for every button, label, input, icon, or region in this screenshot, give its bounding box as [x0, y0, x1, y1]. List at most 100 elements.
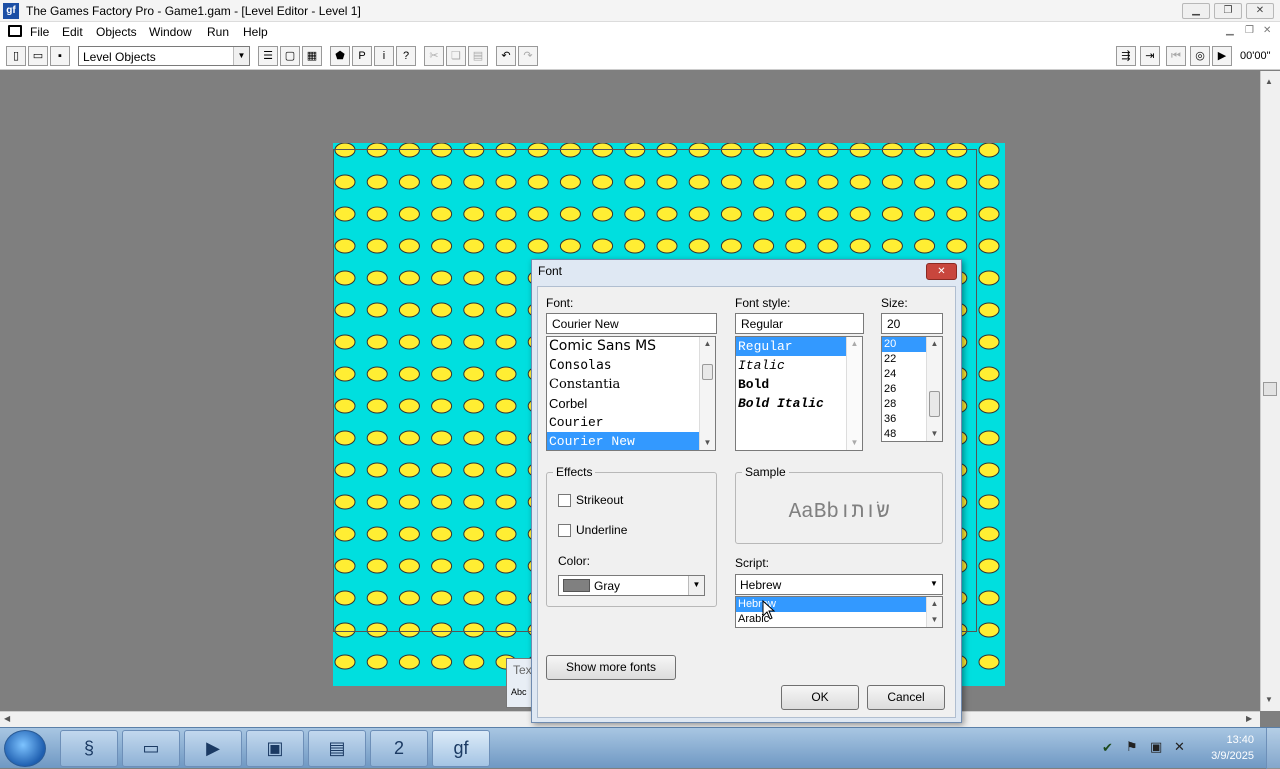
font-style-list[interactable]: Regular Italic Bold Bold Italic ▲ ▼: [735, 336, 863, 451]
font-item-courier[interactable]: Courier: [547, 413, 700, 432]
tray-flag-icon[interactable]: ⚑: [1126, 739, 1138, 755]
copy-icon[interactable]: ❏: [446, 46, 466, 66]
mdi-minimize-icon[interactable]: ▁: [1226, 25, 1234, 36]
strikeout-checkbox[interactable]: [558, 494, 571, 507]
menu-file[interactable]: File: [30, 25, 49, 39]
level-objects-combo[interactable]: Level Objects ▼: [78, 46, 250, 66]
undo-icon[interactable]: ↶: [496, 46, 516, 66]
style-item-bold-italic[interactable]: Bold Italic: [736, 394, 847, 413]
size-input[interactable]: 20: [881, 313, 943, 334]
taskbar-folder-icon[interactable]: ▭: [122, 730, 180, 767]
size-item[interactable]: 26: [882, 382, 927, 397]
run-frame-icon[interactable]: ⇥: [1140, 46, 1160, 66]
cut-icon[interactable]: ✂: [424, 46, 444, 66]
save-icon[interactable]: ▪: [50, 46, 70, 66]
run-application-icon[interactable]: ⇶: [1116, 46, 1136, 66]
scroll-up-icon[interactable]: ▲: [700, 337, 715, 351]
mdi-restore-icon[interactable]: ❐: [1245, 25, 1254, 36]
font-list-scrollbar[interactable]: ▲ ▼: [699, 337, 715, 450]
maximize-button[interactable]: ❐: [1214, 3, 1242, 19]
show-desktop-button[interactable]: [1266, 728, 1280, 769]
style-item-italic[interactable]: Italic: [736, 356, 847, 375]
scroll-up-icon[interactable]: ▲: [847, 337, 862, 351]
scroll-left-icon[interactable]: ◀: [4, 714, 10, 723]
open-folder-icon[interactable]: ▭: [28, 46, 48, 66]
size-item[interactable]: 22: [882, 352, 927, 367]
tray-security-icon[interactable]: ✔: [1102, 740, 1113, 756]
style-item-bold[interactable]: Bold: [736, 375, 847, 394]
scroll-down-icon[interactable]: ▼: [927, 427, 942, 441]
script-combo[interactable]: Hebrew ▼: [735, 574, 943, 595]
style-list-scrollbar[interactable]: ▲ ▼: [846, 337, 862, 450]
color-combo[interactable]: Gray ▼: [558, 575, 705, 596]
menu-help[interactable]: Help: [243, 25, 268, 39]
event-grid-icon[interactable]: ▦: [302, 46, 322, 66]
chevron-down-icon[interactable]: ▼: [233, 47, 249, 65]
storyboard-icon[interactable]: ☰: [258, 46, 278, 66]
font-item-corbel[interactable]: Corbel: [547, 394, 700, 413]
scroll-down-icon[interactable]: ▼: [1265, 695, 1273, 704]
taskbar-games-factory-icon[interactable]: gf: [432, 730, 490, 767]
font-style-input[interactable]: Regular: [735, 313, 864, 334]
scroll-up-icon[interactable]: ▲: [1265, 77, 1273, 86]
scroll-down-icon[interactable]: ▼: [700, 436, 715, 450]
chevron-down-icon[interactable]: ▼: [688, 576, 704, 595]
scroll-thumb[interactable]: [702, 364, 713, 380]
font-item-constantia[interactable]: Constantia: [547, 375, 700, 394]
chevron-down-icon[interactable]: ▼: [926, 575, 942, 594]
font-list[interactable]: Comic Sans MS Consolas Constantia Corbel…: [546, 336, 716, 451]
cancel-button[interactable]: Cancel: [867, 685, 945, 710]
minimize-button[interactable]: ▁: [1182, 3, 1210, 19]
vertical-scroll-thumb[interactable]: [1263, 382, 1277, 396]
menu-objects[interactable]: Objects: [96, 25, 137, 39]
scroll-right-icon[interactable]: ▶: [1246, 714, 1252, 723]
help-icon[interactable]: ?: [396, 46, 416, 66]
tray-network-icon[interactable]: ▣: [1150, 739, 1162, 755]
frame-editor-icon[interactable]: ▢: [280, 46, 300, 66]
play-icon[interactable]: ▶: [1212, 46, 1232, 66]
clock-time[interactable]: 13:40: [1206, 734, 1254, 746]
script-list-scrollbar[interactable]: ▲ ▼: [926, 597, 942, 627]
size-item[interactable]: 48: [882, 427, 927, 441]
ok-button[interactable]: OK: [781, 685, 859, 710]
scroll-up-icon[interactable]: ▲: [927, 597, 942, 611]
close-window-button[interactable]: ✕: [1246, 3, 1274, 19]
size-item[interactable]: 36: [882, 412, 927, 427]
mdi-close-icon[interactable]: ✕: [1263, 25, 1271, 36]
show-more-fonts-button[interactable]: Show more fonts: [546, 655, 676, 680]
scroll-up-icon[interactable]: ▲: [927, 337, 942, 351]
rewind-icon[interactable]: ⏮: [1166, 46, 1186, 66]
font-item-courier-new[interactable]: Courier New: [547, 432, 700, 450]
font-item-consolas[interactable]: Consolas: [547, 356, 700, 375]
menu-run[interactable]: Run: [207, 25, 229, 39]
size-item[interactable]: 28: [882, 397, 927, 412]
start-orb-icon[interactable]: [4, 730, 46, 767]
underline-checkbox[interactable]: [558, 524, 571, 537]
redo-icon[interactable]: ↷: [518, 46, 538, 66]
font-item-comic-sans[interactable]: Comic Sans MS: [547, 337, 700, 356]
scroll-down-icon[interactable]: ▼: [927, 613, 942, 627]
taskbar-control-panel-icon[interactable]: ▤: [308, 730, 366, 767]
dialog-close-icon[interactable]: ✕: [926, 263, 957, 280]
info-icon[interactable]: i: [374, 46, 394, 66]
taskbar-dragon-app-icon[interactable]: §: [60, 730, 118, 767]
paste-icon[interactable]: ▤: [468, 46, 488, 66]
taskbar-game-app-icon[interactable]: 2: [370, 730, 428, 767]
size-list[interactable]: 20 22 24 26 28 36 48 ▲ ▼: [881, 336, 943, 442]
record-icon[interactable]: ◎: [1190, 46, 1210, 66]
menu-edit[interactable]: Edit: [62, 25, 83, 39]
new-file-icon[interactable]: ▯: [6, 46, 26, 66]
object-icon[interactable]: ⬟: [330, 46, 350, 66]
taskbar-media-player-icon[interactable]: ▶: [184, 730, 242, 767]
doc-window-icon[interactable]: [8, 25, 22, 37]
menu-window[interactable]: Window: [149, 25, 192, 39]
style-item-regular[interactable]: Regular: [736, 337, 847, 356]
properties-icon[interactable]: P: [352, 46, 372, 66]
taskbar-image-viewer-icon[interactable]: ▣: [246, 730, 304, 767]
font-name-input[interactable]: Courier New: [546, 313, 717, 334]
clock-date[interactable]: 3/9/2025: [1196, 750, 1254, 762]
scroll-thumb[interactable]: [929, 391, 940, 417]
scroll-down-icon[interactable]: ▼: [847, 436, 862, 450]
size-item[interactable]: 20: [882, 337, 927, 352]
vertical-scrollbar[interactable]: ▲ ▼: [1260, 71, 1280, 711]
